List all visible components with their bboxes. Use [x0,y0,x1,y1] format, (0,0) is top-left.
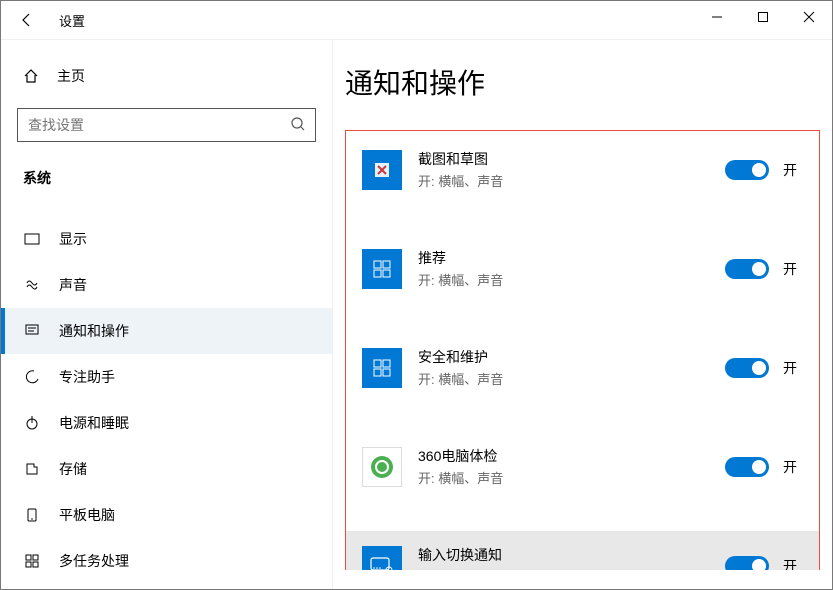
nav-item-1[interactable]: 声音 [1,262,332,308]
titlebar: 设置 [1,1,832,39]
nav-item-7[interactable]: 多任务处理 [1,538,332,584]
search-icon [290,116,306,132]
close-button[interactable] [786,1,832,33]
nav-item-0[interactable]: 显示 [1,216,332,262]
toggle-label: 开 [783,358,803,378]
nav-item-3[interactable]: 专注助手 [1,354,332,400]
nav-icon [23,277,41,293]
toggle-switch[interactable] [725,457,769,477]
app-row[interactable]: 输入切换通知开: 横幅、声音 开 [346,531,819,570]
app-sub: 开: 横幅、声音 [418,567,709,570]
nav-icon [23,507,41,523]
nav-item-4[interactable]: 电源和睡眠 [1,400,332,446]
nav-icon [23,415,41,431]
app-sub: 开: 横幅、声音 [418,270,709,289]
back-button[interactable] [9,2,45,38]
app-icon [362,447,402,487]
home-link[interactable]: 主页 [1,56,332,96]
toggle-switch[interactable] [725,259,769,279]
home-icon [23,68,39,84]
app-name: 推荐 [418,248,709,268]
window-title: 设置 [59,11,85,30]
app-icon [362,546,402,571]
nav-label: 声音 [59,275,87,295]
maximize-button[interactable] [740,1,786,33]
toggle-switch[interactable] [725,160,769,180]
nav-label: 存储 [59,459,87,479]
nav-icon [23,461,41,477]
toggle-label: 开 [783,457,803,477]
app-row[interactable]: 安全和维护开: 横幅、声音 开 [346,333,819,402]
app-icon [362,249,402,289]
app-sub: 开: 横幅、声音 [418,468,709,487]
app-row[interactable]: 360电脑体检开: 横幅、声音 开 [346,432,819,501]
minimize-button[interactable] [694,1,740,33]
toggle-label: 开 [783,556,803,571]
nav-item-5[interactable]: 存储 [1,446,332,492]
nav-item-2[interactable]: 通知和操作 [1,308,332,354]
app-icon [362,150,402,190]
nav-icon [23,323,41,339]
nav-item-6[interactable]: 平板电脑 [1,492,332,538]
toggle-label: 开 [783,259,803,279]
app-icon [362,348,402,388]
highlighted-apps: 截图和草图开: 横幅、声音开推荐开: 横幅、声音开安全和维护开: 横幅、声音开3… [345,130,820,570]
section-label: 系统 [23,168,332,188]
nav-label: 电源和睡眠 [59,413,129,433]
app-sub: 开: 横幅、声音 [418,369,709,388]
search-input[interactable] [17,108,316,142]
nav-label: 通知和操作 [59,321,129,341]
nav-label: 多任务处理 [59,551,129,571]
app-name: 截图和草图 [418,149,709,169]
app-name: 360电脑体检 [418,446,709,466]
nav-label: 平板电脑 [59,505,115,525]
page-heading: 通知和操作 [345,62,820,102]
sidebar: 主页 系统 显示声音通知和操作专注助手电源和睡眠存储平板电脑多任务处理 [1,40,333,589]
nav-label: 显示 [59,229,87,249]
app-sub: 开: 横幅、声音 [418,171,709,190]
toggle-label: 开 [783,160,803,180]
app-row[interactable]: 截图和草图开: 横幅、声音 开 [346,135,819,204]
toggle-switch[interactable] [725,556,769,571]
toggle-switch[interactable] [725,358,769,378]
app-name: 输入切换通知 [418,545,709,565]
app-name: 安全和维护 [418,347,709,367]
main-panel: 通知和操作 截图和草图开: 横幅、声音开推荐开: 横幅、声音开安全和维护开: 横… [333,40,832,589]
nav-icon [23,231,41,247]
nav-icon [23,369,41,385]
nav-icon [23,553,41,569]
home-label: 主页 [57,66,85,86]
app-row[interactable]: 推荐开: 横幅、声音 开 [346,234,819,303]
nav-label: 专注助手 [59,367,115,387]
